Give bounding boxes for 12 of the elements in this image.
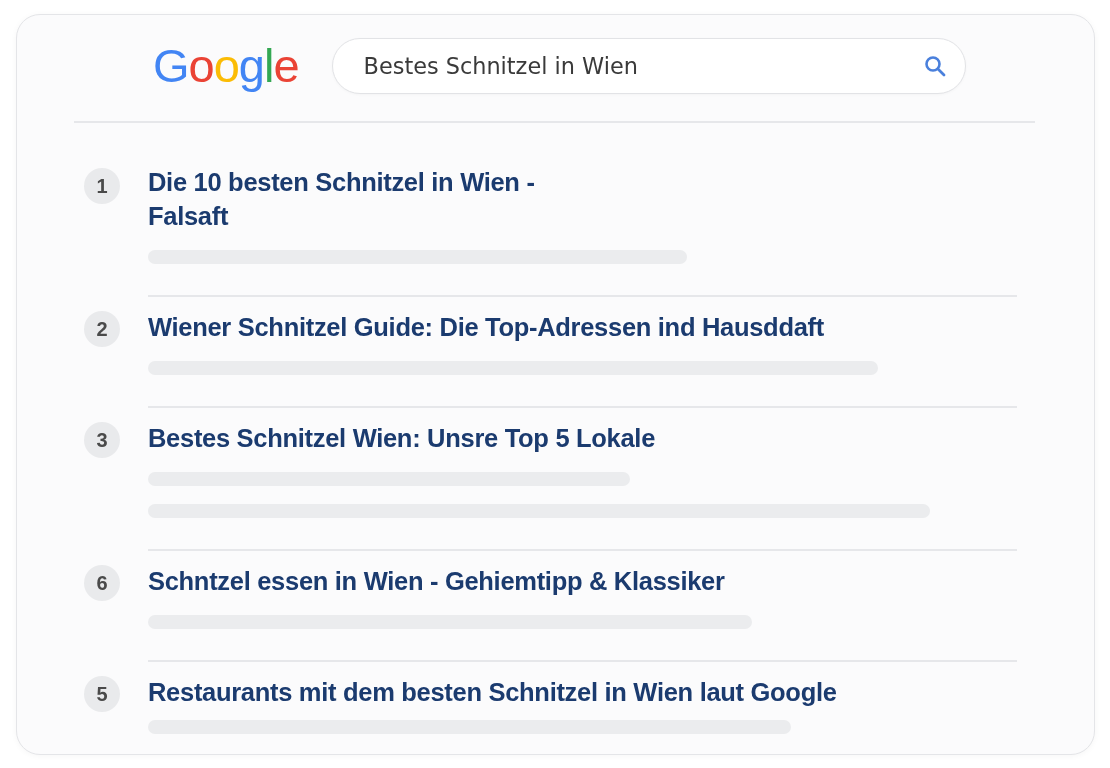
search-field[interactable]: Bestes Schnitzel in Wien: [331, 37, 966, 94]
result-title-link[interactable]: Die 10 besten Schnitzel in Wien - Falsaft: [148, 165, 535, 233]
search-icon[interactable]: [923, 54, 946, 77]
result-number: 5: [84, 676, 120, 712]
result-title-link[interactable]: Restaurants mit dem besten Schnitzel in Wien laut Google: [148, 675, 837, 709]
result-number: 2: [84, 311, 120, 347]
result-title-link[interactable]: Wiener Schnitzel Guide: Die Top-Adressen ind Hausddaft: [148, 310, 824, 344]
result-number: 6: [84, 565, 120, 601]
result-title-link[interactable]: Schntzel essen in Wien - Gehiemtipp & Klassiker: [148, 564, 725, 598]
result-title-link[interactable]: Bestes Schnitzel Wien: Unsre Top 5 Lokale: [148, 421, 656, 455]
result-number: 1: [84, 168, 120, 204]
result-number: 3: [84, 422, 120, 458]
